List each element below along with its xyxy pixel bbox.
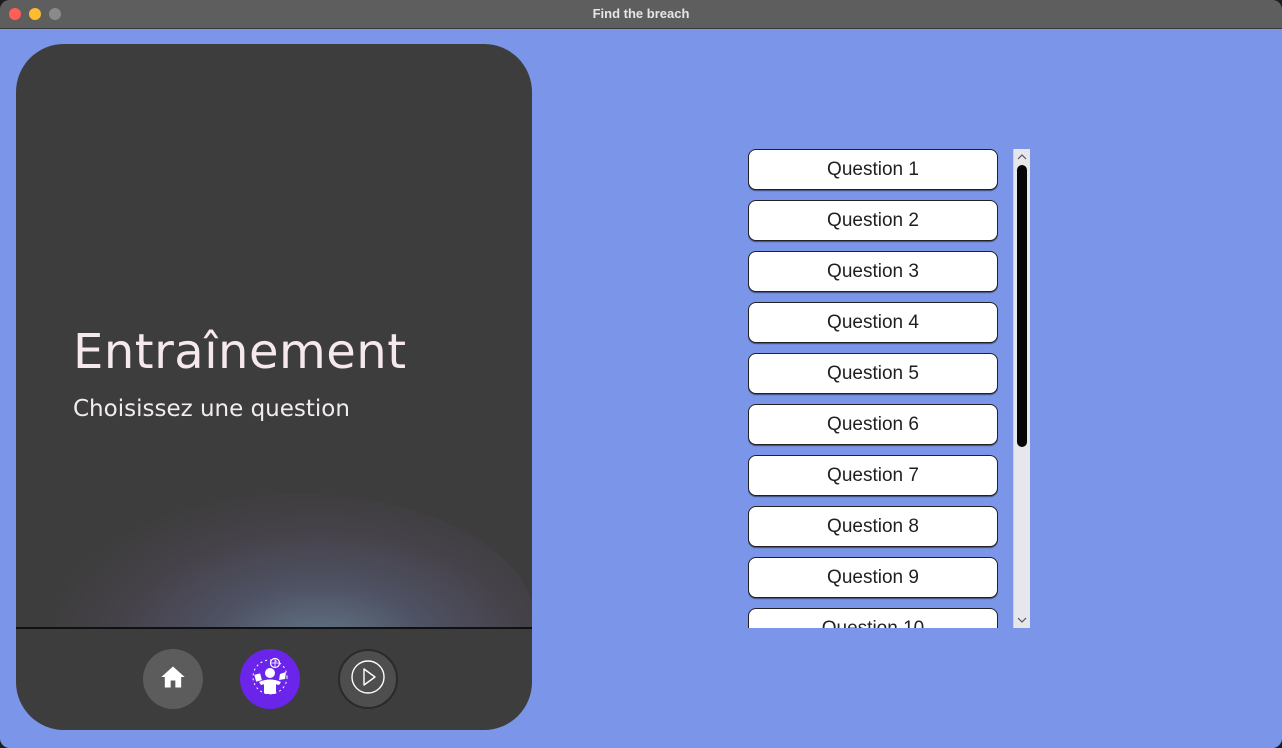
question-button-8[interactable]: Question 8: [748, 506, 998, 547]
question-button-10[interactable]: Question 10: [748, 608, 998, 628]
chevron-down-icon: [1017, 611, 1027, 629]
window-title: Find the breach: [592, 6, 690, 21]
question-list-scrollbar[interactable]: [1013, 149, 1030, 628]
training-button[interactable]: [240, 649, 300, 709]
page-subtitle: Choisissez une question: [73, 396, 350, 422]
question-button-7[interactable]: Question 7: [748, 455, 998, 496]
training-icon: [245, 652, 295, 707]
home-button[interactable]: [143, 649, 203, 709]
question-button-6[interactable]: Question 6: [748, 404, 998, 445]
home-icon: [159, 663, 187, 696]
question-list[interactable]: Question 1 Question 2 Question 3 Questio…: [748, 149, 998, 628]
question-button-9[interactable]: Question 9: [748, 557, 998, 598]
app-window: Find the breach Entraînement Choisissez …: [0, 0, 1282, 748]
scrollbar-thumb[interactable]: [1017, 165, 1027, 447]
main-content: Entraînement Choisissez une question Que…: [0, 29, 1282, 748]
scroll-up-button[interactable]: [1014, 150, 1030, 162]
scroll-down-button[interactable]: [1014, 614, 1030, 626]
question-button-5[interactable]: Question 5: [748, 353, 998, 394]
question-button-1[interactable]: Question 1: [748, 149, 998, 190]
question-button-2[interactable]: Question 2: [748, 200, 998, 241]
decorative-glow: [16, 464, 532, 628]
info-card: Entraînement Choisissez une question: [16, 44, 532, 730]
play-icon: [350, 659, 386, 700]
page-title: Entraînement: [73, 324, 407, 380]
play-button[interactable]: [338, 649, 398, 709]
question-button-3[interactable]: Question 3: [748, 251, 998, 292]
chevron-up-icon: [1017, 147, 1027, 165]
question-button-4[interactable]: Question 4: [748, 302, 998, 343]
nav-divider: [16, 627, 532, 629]
title-bar: Find the breach: [0, 0, 1282, 29]
